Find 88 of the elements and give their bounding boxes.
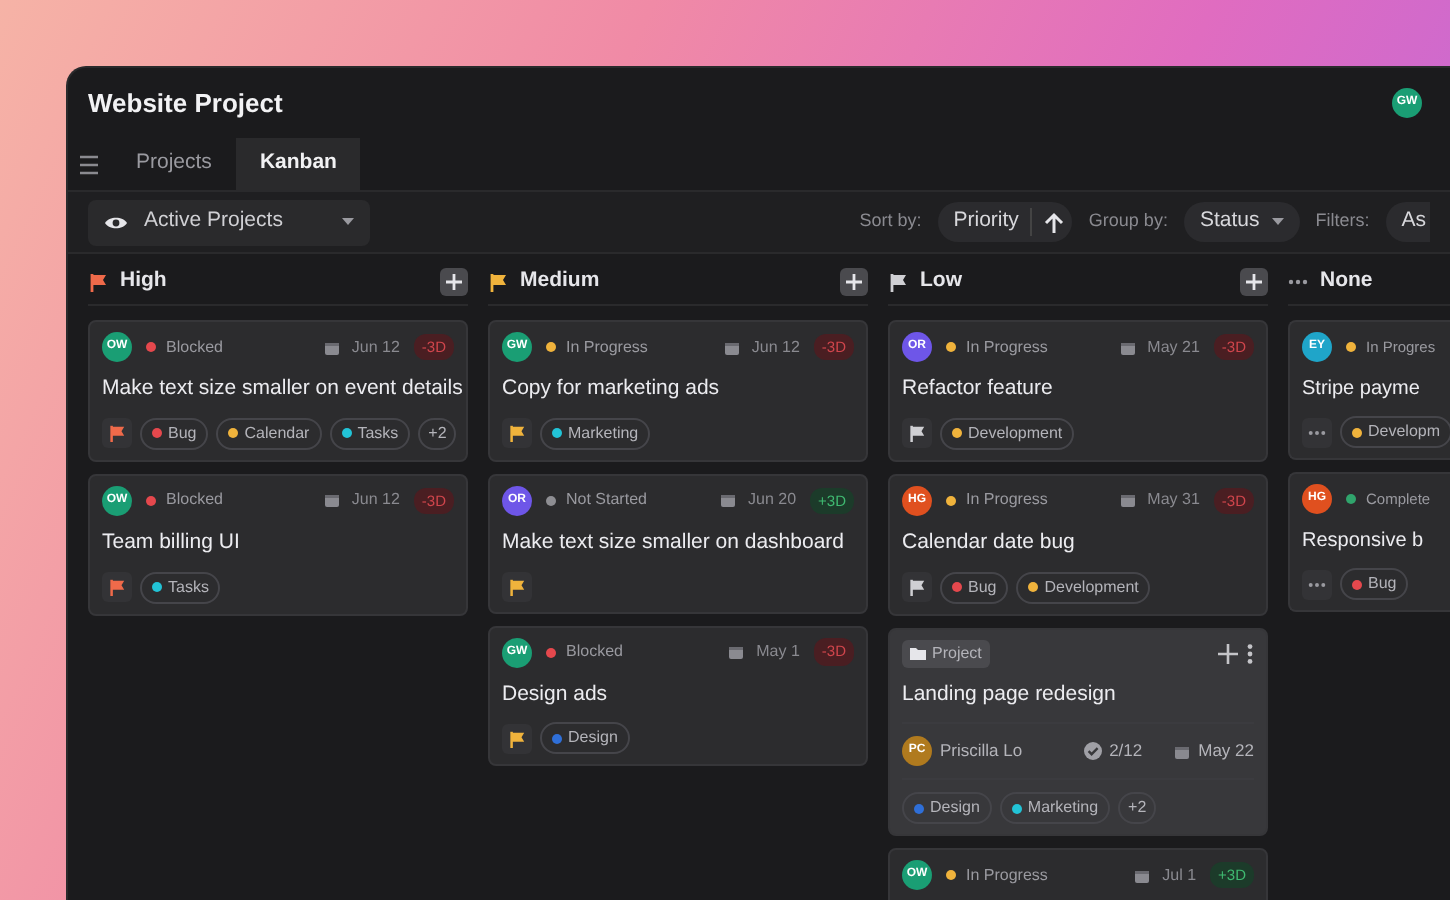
calendar-icon xyxy=(1134,867,1151,884)
plus-icon xyxy=(446,273,462,289)
view-dropdown[interactable]: Active Projects xyxy=(88,199,371,245)
group-label: Group by: xyxy=(1088,208,1168,235)
card-title: Refactor feature xyxy=(902,374,1055,404)
column-title: Low xyxy=(920,265,962,296)
tag: Bug xyxy=(140,417,209,450)
tag: Marketing xyxy=(999,792,1111,825)
due-date: Jun 12 xyxy=(751,335,800,359)
card-title: Make text size smaller on dashboard xyxy=(502,527,846,558)
calendar-icon xyxy=(1119,492,1136,509)
folder-icon xyxy=(910,646,926,660)
sort-label: Sort by: xyxy=(859,208,922,235)
due-date: Jun 20 xyxy=(748,488,797,513)
flag-icon xyxy=(508,729,526,748)
more-count: +2 xyxy=(1118,792,1157,825)
card-title: Stripe payme xyxy=(1302,376,1422,404)
flag-icon xyxy=(908,424,926,443)
tag: Marketing xyxy=(540,417,651,450)
kebab-icon xyxy=(1246,643,1254,663)
column-title: None xyxy=(1320,265,1373,296)
tag: Tasks xyxy=(140,571,221,603)
window-title: Website Project xyxy=(88,85,283,122)
calendar-icon xyxy=(723,339,740,355)
plus-icon xyxy=(846,273,862,289)
card-title: Landing page redesign xyxy=(902,679,1118,709)
plus-icon xyxy=(1218,643,1238,663)
due-date: Jul 1 xyxy=(1162,863,1197,888)
tag: Design xyxy=(540,722,630,755)
plus-icon xyxy=(1246,273,1262,289)
status-label: Blocked xyxy=(566,640,623,664)
status-label: In Progress xyxy=(966,335,1048,359)
status-label: Blocked xyxy=(166,488,223,513)
project-badge: Project xyxy=(902,639,990,667)
status-label: In Progress xyxy=(966,863,1048,888)
column-title: Medium xyxy=(520,265,600,296)
tag: Development xyxy=(940,417,1075,450)
calendar-icon xyxy=(720,492,736,509)
eye-icon xyxy=(104,213,128,231)
tag: Bug xyxy=(1340,568,1409,600)
calendar-icon xyxy=(1119,339,1136,355)
flag-icon xyxy=(108,578,126,596)
tab[interactable]: Kanban xyxy=(235,138,361,190)
add-button[interactable] xyxy=(840,267,868,295)
card-title: Responsive b xyxy=(1302,528,1426,556)
status-label: Blocked xyxy=(166,335,223,359)
arrow-up-icon xyxy=(1044,211,1065,233)
due-date: Jun 12 xyxy=(351,335,400,359)
card-title: Design ads xyxy=(502,679,610,709)
add-button[interactable] xyxy=(440,267,468,295)
tag: Calendar xyxy=(216,417,322,450)
flag-icon xyxy=(108,424,126,443)
status-label: In Progress xyxy=(566,335,648,359)
add-button[interactable] xyxy=(1240,267,1268,295)
card-title: Team billing UI xyxy=(102,527,242,558)
sort-value[interactable]: Priority xyxy=(953,206,1019,238)
flag-icon xyxy=(508,424,526,443)
tag: Development xyxy=(1016,571,1151,603)
flag-icon xyxy=(908,578,926,596)
flag-icon xyxy=(508,577,526,595)
more-count: +2 xyxy=(418,417,457,450)
subtask-count: 2/12 xyxy=(1109,738,1143,765)
check-circle-icon xyxy=(1083,742,1102,761)
due-date: Jun 12 xyxy=(351,488,400,513)
status-label: Not Started xyxy=(566,488,647,513)
tag: Developm xyxy=(1340,416,1450,448)
card-title: Copy for marketing ads xyxy=(502,374,722,404)
calendar-icon xyxy=(323,492,340,509)
calendar-icon xyxy=(728,644,745,660)
column-title: High xyxy=(120,265,167,296)
tag: Tasks xyxy=(329,417,411,450)
tab[interactable]: Projects xyxy=(112,138,236,190)
calendar-icon xyxy=(1174,743,1191,760)
caret-icon xyxy=(1271,218,1284,226)
due-date: May 31 xyxy=(1147,488,1200,513)
owner-name: Priscilla Lo xyxy=(940,738,1023,765)
tag: Bug xyxy=(940,571,1009,603)
card-title: Calendar date bug xyxy=(902,527,1077,558)
due-date: May 22 xyxy=(1198,738,1254,765)
filters-label: Filters: xyxy=(1315,208,1370,235)
tag: Design xyxy=(902,792,992,825)
filter-button[interactable]: As xyxy=(1385,202,1430,242)
caret-icon xyxy=(342,218,355,226)
due-date: May 1 xyxy=(756,640,800,664)
group-dropdown[interactable]: Status xyxy=(1183,202,1300,242)
status-label: In Progress xyxy=(966,488,1048,513)
due-date: May 21 xyxy=(1147,335,1200,359)
calendar-icon xyxy=(323,339,340,355)
